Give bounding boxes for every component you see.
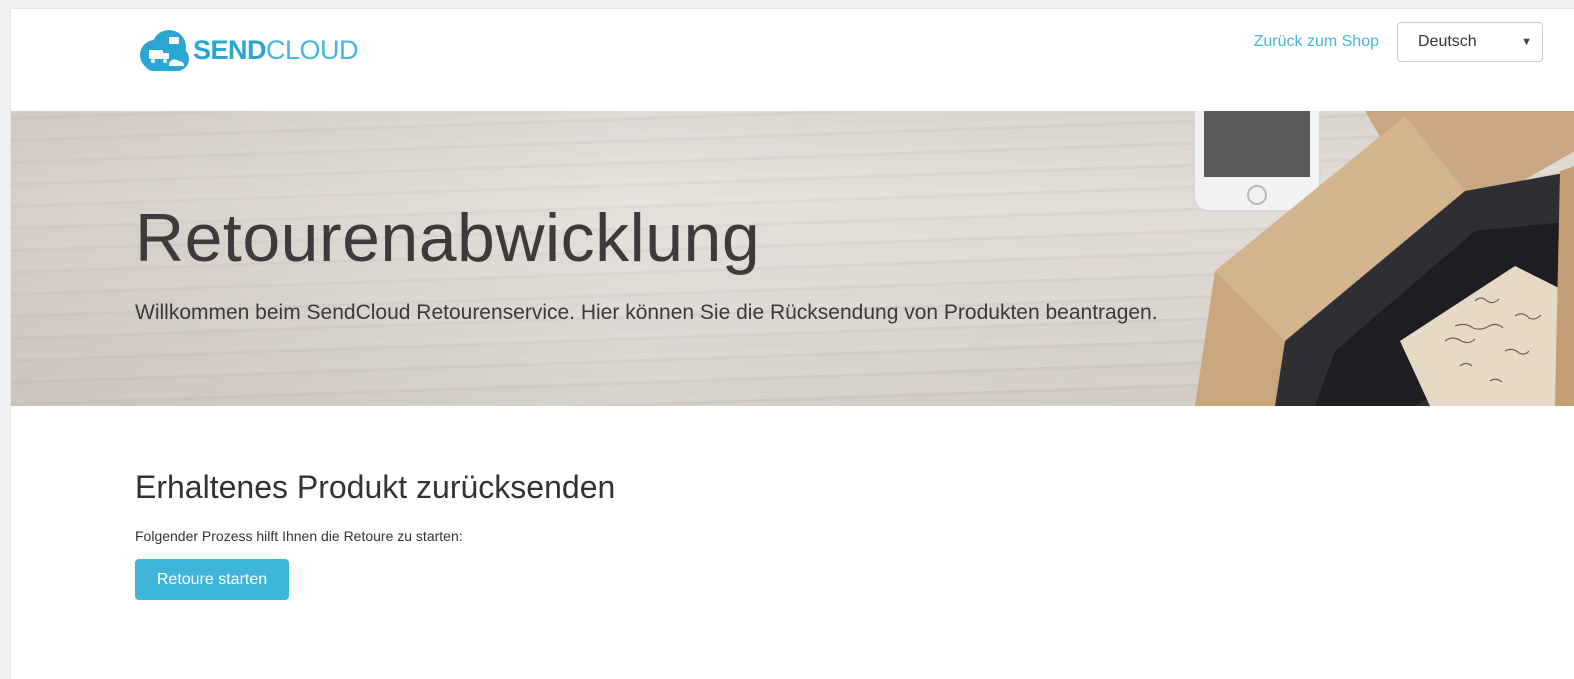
cloud-truck-logo-icon [140,30,189,71]
phone-and-box-image [1193,111,1574,406]
section-title: Erhaltenes Produkt zurücksenden [135,469,616,505]
page-subtitle: Willkommen beim SendCloud Retourenservic… [135,301,1158,324]
logo-text-light: CLOUD [266,34,359,65]
back-to-shop-link[interactable]: Zurück zum Shop [1254,33,1379,51]
logo-wordmark: SENDCLOUD [193,34,359,66]
section-description: Folgender Prozess hilft Ihnen die Retour… [135,528,463,544]
sendcloud-logo[interactable]: SENDCLOUD [135,25,359,75]
language-select-value: Deutsch [1418,33,1477,50]
chevron-down-icon: ▼ [1521,36,1532,48]
page-title: Retourenabwicklung [135,200,761,276]
language-select[interactable]: Deutsch ▼ [1397,22,1543,62]
header: SENDCLOUD Zurück zum Shop Deutsch ▼ [11,9,1574,111]
start-return-button[interactable]: Retoure starten [135,559,289,600]
logo-text-bold: SEND [193,34,267,65]
page: SENDCLOUD Zurück zum Shop Deutsch ▼ Reto… [10,8,1574,679]
hero-banner: Retourenabwicklung Willkommen beim SendC… [11,111,1574,406]
